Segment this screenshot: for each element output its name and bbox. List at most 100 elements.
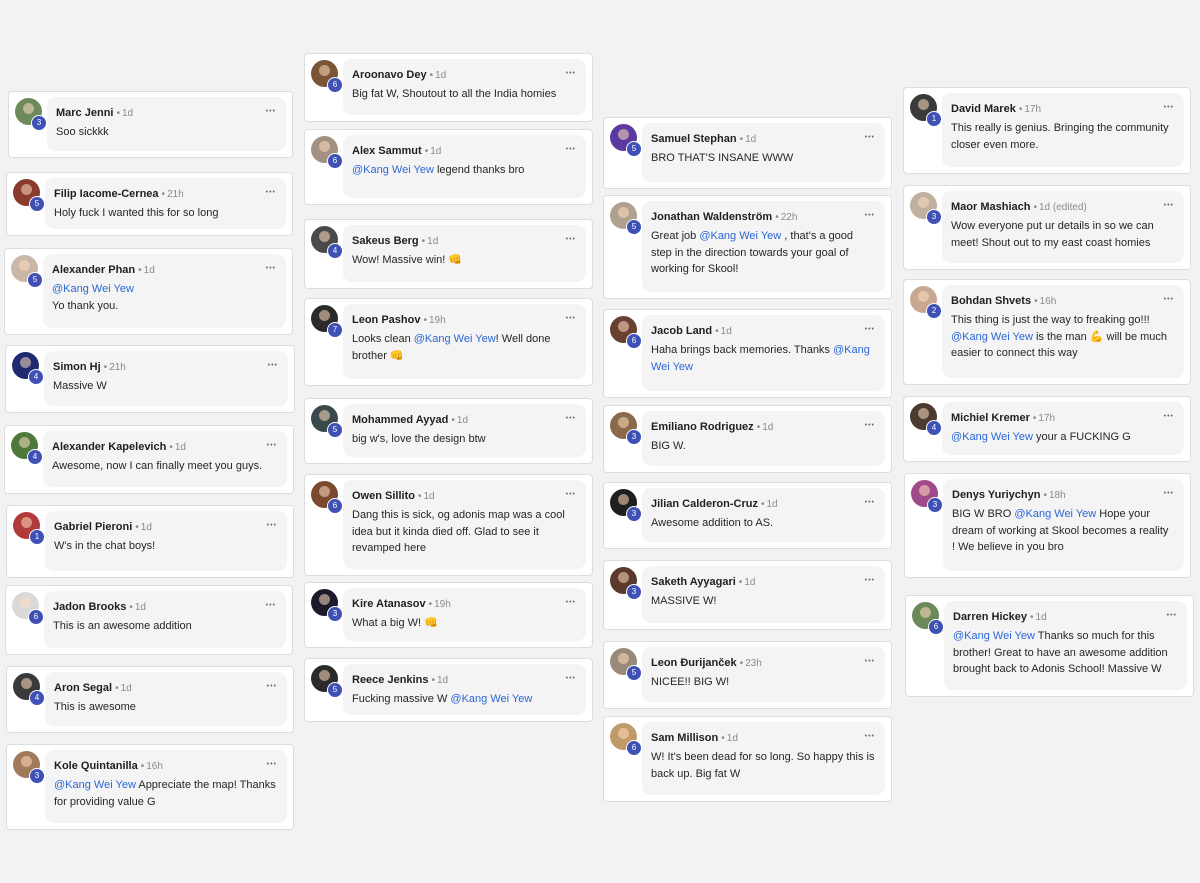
more-horizontal-icon[interactable]: ••• xyxy=(1164,200,1174,212)
more-horizontal-icon[interactable]: ••• xyxy=(1164,488,1174,500)
more-horizontal-icon[interactable]: ••• xyxy=(268,360,278,372)
user-mention-link[interactable]: @Kang Wei Yew xyxy=(951,331,1033,343)
author-name[interactable]: Maor Mashiach xyxy=(951,201,1030,213)
avatar[interactable]: 4 xyxy=(12,352,44,385)
avatar[interactable]: 6 xyxy=(311,60,343,93)
author-name[interactable]: Aron Segal xyxy=(54,682,112,694)
author-name[interactable]: Bohdan Shvets xyxy=(951,295,1031,307)
author-name[interactable]: Kole Quintanilla xyxy=(54,760,138,772)
avatar[interactable]: 3 xyxy=(910,192,942,225)
avatar[interactable]: 2 xyxy=(910,286,942,319)
avatar[interactable]: 3 xyxy=(15,98,47,131)
more-horizontal-icon[interactable]: ••• xyxy=(865,497,875,509)
author-name[interactable]: David Marek xyxy=(951,103,1016,115)
avatar[interactable]: 4 xyxy=(311,226,343,259)
user-mention-link[interactable]: @Kang Wei Yew xyxy=(699,230,781,242)
avatar[interactable]: 6 xyxy=(912,602,944,635)
author-name[interactable]: Gabriel Pieroni xyxy=(54,521,132,533)
more-horizontal-icon[interactable]: ••• xyxy=(865,132,875,144)
author-name[interactable]: Emiliano Rodriguez xyxy=(651,421,754,433)
avatar[interactable]: 5 xyxy=(11,255,43,288)
more-horizontal-icon[interactable]: ••• xyxy=(1164,102,1174,114)
author-name[interactable]: Leon Đurijanček xyxy=(651,657,737,669)
more-horizontal-icon[interactable]: ••• xyxy=(566,234,576,246)
avatar[interactable]: 3 xyxy=(610,489,642,522)
avatar[interactable]: 7 xyxy=(311,305,343,338)
author-name[interactable]: Marc Jenni xyxy=(56,107,113,119)
avatar[interactable]: 5 xyxy=(311,665,343,698)
author-name[interactable]: Aroonavo Dey xyxy=(352,69,427,81)
author-name[interactable]: Sam Millison xyxy=(651,732,718,744)
more-horizontal-icon[interactable]: ••• xyxy=(566,673,576,685)
more-horizontal-icon[interactable]: ••• xyxy=(266,106,276,118)
avatar[interactable]: 3 xyxy=(610,567,642,600)
avatar[interactable]: 5 xyxy=(610,202,642,235)
author-name[interactable]: Samuel Stephan xyxy=(651,133,737,145)
avatar[interactable]: 5 xyxy=(610,648,642,681)
author-name[interactable]: Jacob Land xyxy=(651,325,712,337)
user-mention-link[interactable]: @Kang Wei Yew xyxy=(450,693,532,705)
more-horizontal-icon[interactable]: ••• xyxy=(267,759,277,771)
more-horizontal-icon[interactable]: ••• xyxy=(865,656,875,668)
author-name[interactable]: Denys Yuriychyn xyxy=(952,489,1040,501)
more-horizontal-icon[interactable]: ••• xyxy=(566,313,576,325)
more-horizontal-icon[interactable]: ••• xyxy=(1164,411,1174,423)
more-horizontal-icon[interactable]: ••• xyxy=(267,681,277,693)
avatar[interactable]: 1 xyxy=(910,94,942,127)
more-horizontal-icon[interactable]: ••• xyxy=(865,210,875,222)
user-mention-link[interactable]: @Kang Wei Yew xyxy=(414,333,496,345)
more-horizontal-icon[interactable]: ••• xyxy=(1167,610,1177,622)
user-mention-link[interactable]: @Kang Wei Yew xyxy=(1014,508,1096,520)
author-name[interactable]: Alexander Phan xyxy=(52,264,135,276)
avatar[interactable]: 4 xyxy=(11,432,43,465)
avatar[interactable]: 6 xyxy=(311,136,343,169)
author-name[interactable]: Jadon Brooks xyxy=(53,601,126,613)
author-name[interactable]: Reece Jenkins xyxy=(352,674,428,686)
user-mention-link[interactable]: @Kang Wei Yew xyxy=(54,779,136,791)
user-mention-link[interactable]: @Kang Wei Yew xyxy=(951,431,1033,443)
avatar[interactable]: 1 xyxy=(13,512,45,545)
more-horizontal-icon[interactable]: ••• xyxy=(267,520,277,532)
more-horizontal-icon[interactable]: ••• xyxy=(566,597,576,609)
more-horizontal-icon[interactable]: ••• xyxy=(266,600,276,612)
avatar[interactable]: 6 xyxy=(311,481,343,514)
avatar[interactable]: 4 xyxy=(910,403,942,436)
author-name[interactable]: Michiel Kremer xyxy=(951,412,1030,424)
avatar[interactable]: 5 xyxy=(13,179,45,212)
more-horizontal-icon[interactable]: ••• xyxy=(267,440,277,452)
more-horizontal-icon[interactable]: ••• xyxy=(566,413,576,425)
avatar[interactable]: 6 xyxy=(12,592,44,625)
user-mention-link[interactable]: @Kang Wei Yew xyxy=(352,164,434,176)
avatar[interactable]: 5 xyxy=(311,405,343,438)
author-name[interactable]: Saketh Ayyagari xyxy=(651,576,736,588)
author-name[interactable]: Darren Hickey xyxy=(953,611,1027,623)
more-horizontal-icon[interactable]: ••• xyxy=(266,187,276,199)
more-horizontal-icon[interactable]: ••• xyxy=(1164,294,1174,306)
user-mention-link[interactable]: @Kang Wei Yew xyxy=(52,283,134,295)
author-name[interactable]: Kire Atanasov xyxy=(352,598,426,610)
avatar[interactable]: 4 xyxy=(13,673,45,706)
more-horizontal-icon[interactable]: ••• xyxy=(566,68,576,80)
author-name[interactable]: Owen Sillito xyxy=(352,490,415,502)
avatar[interactable]: 6 xyxy=(610,723,642,756)
author-name[interactable]: Jilian Calderon-Cruz xyxy=(651,498,758,510)
avatar[interactable]: 5 xyxy=(610,124,642,157)
more-horizontal-icon[interactable]: ••• xyxy=(566,489,576,501)
more-horizontal-icon[interactable]: ••• xyxy=(566,144,576,156)
user-mention-link[interactable]: @Kang Wei Yew xyxy=(953,630,1035,642)
avatar[interactable]: 3 xyxy=(911,480,943,513)
avatar[interactable]: 3 xyxy=(13,751,45,784)
author-name[interactable]: Sakeus Berg xyxy=(352,235,419,247)
more-horizontal-icon[interactable]: ••• xyxy=(266,263,276,275)
author-name[interactable]: Alexander Kapelevich xyxy=(52,441,166,453)
more-horizontal-icon[interactable]: ••• xyxy=(865,575,875,587)
author-name[interactable]: Simon Hj xyxy=(53,361,101,373)
more-horizontal-icon[interactable]: ••• xyxy=(865,324,875,336)
author-name[interactable]: Alex Sammut xyxy=(352,145,422,157)
avatar[interactable]: 3 xyxy=(610,412,642,445)
author-name[interactable]: Mohammed Ayyad xyxy=(352,414,448,426)
author-name[interactable]: Jonathan Waldenström xyxy=(651,211,772,223)
avatar[interactable]: 3 xyxy=(311,589,343,622)
author-name[interactable]: Filip Iacome-Cernea xyxy=(54,188,159,200)
more-horizontal-icon[interactable]: ••• xyxy=(865,420,875,432)
